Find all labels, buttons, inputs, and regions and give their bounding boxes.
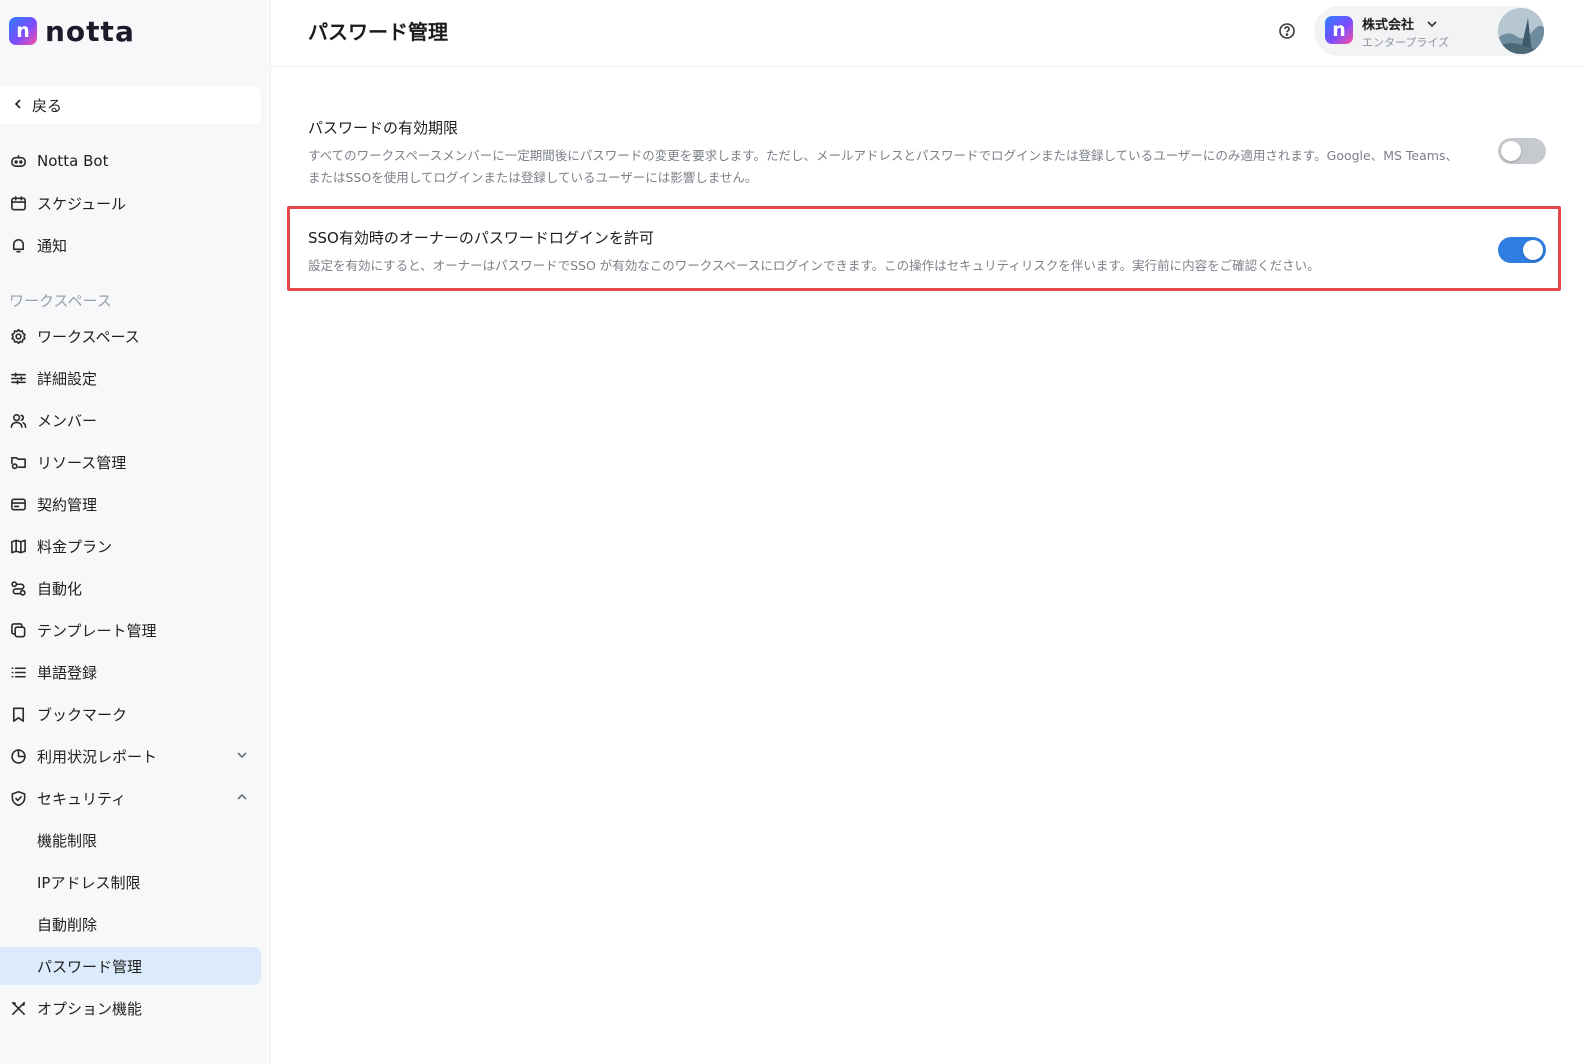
folder-gear-icon xyxy=(9,453,27,471)
sidebar-subitem-password-management[interactable]: パスワード管理 xyxy=(0,947,261,985)
sidebar-workspace-nav: ワークスペース ワークスペース 詳細設定 メンバー リソース管理 契約管理 料金… xyxy=(0,281,261,1027)
sidebar-item-label: IPアドレス制限 xyxy=(37,873,141,892)
notta-logo[interactable]: n notta xyxy=(9,14,135,48)
chevron-up-icon[interactable] xyxy=(235,790,249,804)
sidebar-item-usage-report[interactable]: 利用状況レポート xyxy=(0,737,261,775)
automation-icon xyxy=(9,579,27,597)
setting-title: SSO有効時のオーナーのパスワードログインを許可 xyxy=(308,229,654,247)
top-bar: パスワード管理 n 株式会社 エンタープライズ xyxy=(271,0,1584,67)
sidebar-item-contract-management[interactable]: 契約管理 xyxy=(0,485,261,523)
sliders-icon xyxy=(9,369,27,387)
toggle-knob xyxy=(1523,240,1543,260)
help-icon[interactable] xyxy=(1278,22,1296,40)
back-button-label: 戻る xyxy=(32,96,63,115)
notta-logo-icon: n xyxy=(9,17,37,45)
sidebar-item-notta-bot[interactable]: Notta Bot xyxy=(0,142,261,180)
chevron-left-icon xyxy=(12,96,24,114)
sidebar-item-label: メンバー xyxy=(37,411,98,430)
sidebar-subitem-auto-delete[interactable]: 自動削除 xyxy=(0,905,261,943)
org-plan-label: エンタープライズ xyxy=(1362,36,1450,49)
sidebar-item-advanced-settings[interactable]: 詳細設定 xyxy=(0,359,261,397)
sidebar-item-label: 自動削除 xyxy=(37,915,98,934)
card-icon xyxy=(9,495,27,513)
org-name: 株式会社 xyxy=(1362,18,1415,33)
bookmark-icon xyxy=(9,705,27,723)
sidebar-item-workspace[interactable]: ワークスペース xyxy=(0,317,261,355)
sidebar: n notta 戻る Notta Bot スケジュール 通知 ワークスペース ワ… xyxy=(0,0,271,1064)
sidebar-item-label: ワークスペース xyxy=(37,327,140,346)
back-button[interactable]: 戻る xyxy=(0,86,261,124)
setting-sso-owner-password-login: SSO有効時のオーナーのパスワードログインを許可 設定を有効にすると、オーナーは… xyxy=(287,220,1560,282)
sidebar-item-optional-features[interactable]: オプション機能 xyxy=(0,989,261,1027)
sidebar-item-label: ブックマーク xyxy=(37,705,128,724)
sidebar-item-resource-management[interactable]: リソース管理 xyxy=(0,443,261,481)
users-icon xyxy=(9,411,27,429)
avatar[interactable] xyxy=(1498,8,1544,54)
toggle-knob xyxy=(1501,141,1521,161)
sidebar-item-label: 詳細設定 xyxy=(37,369,98,388)
map-icon xyxy=(9,537,27,555)
sidebar-item-automation[interactable]: 自動化 xyxy=(0,569,261,607)
sidebar-item-template-management[interactable]: テンプレート管理 xyxy=(0,611,261,649)
sidebar-item-pricing-plan[interactable]: 料金プラン xyxy=(0,527,261,565)
sidebar-item-label: 自動化 xyxy=(37,579,83,598)
sidebar-item-members[interactable]: メンバー xyxy=(0,401,261,439)
setting-password-expiration: パスワードの有効期限 すべてのワークスペースメンバーに一定期間後にパスワードの変… xyxy=(287,110,1560,190)
sidebar-item-schedule[interactable]: スケジュール xyxy=(0,184,261,222)
sso-owner-password-login-toggle[interactable] xyxy=(1498,237,1546,263)
tools-icon xyxy=(9,999,27,1017)
sidebar-subitem-feature-restriction[interactable]: 機能制限 xyxy=(0,821,261,859)
sidebar-item-label: セキュリティ xyxy=(37,789,127,808)
sidebar-item-label: テンプレート管理 xyxy=(37,621,157,640)
sidebar-item-label: Notta Bot xyxy=(37,152,109,170)
password-expiration-toggle[interactable] xyxy=(1498,138,1546,164)
organization-switcher[interactable]: n 株式会社 エンタープライズ xyxy=(1314,6,1544,56)
sidebar-item-notifications[interactable]: 通知 xyxy=(0,226,261,264)
sidebar-item-label: 通知 xyxy=(37,236,68,255)
setting-description: すべてのワークスペースメンバーに一定期間後にパスワードの変更を要求します。ただし… xyxy=(308,148,1458,185)
chevron-down-icon xyxy=(1426,15,1438,28)
shield-icon xyxy=(9,789,27,807)
sidebar-item-word-registration[interactable]: 単語登録 xyxy=(0,653,261,691)
org-logo-icon: n xyxy=(1325,16,1353,44)
list-icon xyxy=(9,663,27,681)
sidebar-subitem-ip-restriction[interactable]: IPアドレス制限 xyxy=(0,863,261,901)
sidebar-item-label: スケジュール xyxy=(37,194,126,213)
sidebar-item-label: リソース管理 xyxy=(37,453,127,472)
chevron-down-icon[interactable] xyxy=(235,748,249,762)
page-title: パスワード管理 xyxy=(308,20,448,44)
setting-description: 設定を有効にすると、オーナーはパスワードでSSO が有効なこのワークスペースにロ… xyxy=(308,258,1320,273)
bot-icon xyxy=(9,152,27,170)
notta-logo-text: notta xyxy=(45,14,135,48)
sidebar-top-nav: Notta Bot スケジュール 通知 xyxy=(0,142,261,264)
setting-title: パスワードの有効期限 xyxy=(308,119,459,137)
sidebar-item-label: パスワード管理 xyxy=(37,957,143,976)
sidebar-section-label: ワークスペース xyxy=(9,291,112,310)
template-icon xyxy=(9,621,27,639)
sidebar-item-label: 単語登録 xyxy=(37,663,98,682)
sidebar-item-label: オプション機能 xyxy=(37,999,143,1018)
gear-icon xyxy=(9,327,27,345)
calendar-icon xyxy=(9,194,27,212)
pie-chart-icon xyxy=(9,747,27,765)
sidebar-item-label: 料金プラン xyxy=(37,537,113,556)
bell-icon xyxy=(9,236,27,254)
sidebar-item-label: 契約管理 xyxy=(37,495,98,514)
sidebar-item-security[interactable]: セキュリティ xyxy=(0,779,261,817)
sidebar-item-label: 機能制限 xyxy=(37,831,98,850)
sidebar-item-label: 利用状況レポート xyxy=(37,747,158,766)
sidebar-item-bookmarks[interactable]: ブックマーク xyxy=(0,695,261,733)
